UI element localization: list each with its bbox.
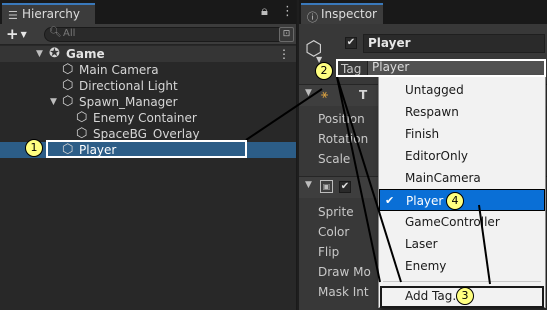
tab-inspector[interactable]: ⓘ Inspector	[301, 3, 383, 24]
hierarchy-item-label: Directional Light	[79, 79, 178, 93]
hierarchy-tabbar: ☰ Hierarchy 🔒︎ ⋮	[0, 0, 296, 24]
search-placeholder: All	[63, 28, 76, 39]
expand-arrow-icon[interactable]: ▼	[305, 88, 312, 98]
tag-dropdown-menu: Untagged Respawn Finish EditorOnly MainC…	[378, 75, 546, 308]
object-name-field[interactable]: Player	[363, 34, 545, 53]
hierarchy-item[interactable]: ▼ ⬡ Spawn_Manager	[0, 94, 296, 110]
gameobject-cube-icon: ⬡	[62, 78, 74, 93]
field-label-position: Position	[318, 112, 365, 126]
info-icon: ⓘ	[307, 11, 318, 24]
menu-item-finish[interactable]: Finish	[379, 123, 545, 145]
menu-item-player-label: Player	[406, 194, 444, 208]
transform-title: T	[359, 88, 368, 102]
field-label-draw-mode: Draw Mo	[318, 265, 371, 279]
step-badge-3: 3	[456, 287, 474, 305]
active-checkbox[interactable]: ✔	[345, 37, 357, 49]
menu-item-gamecontroller[interactable]: GameController	[379, 211, 545, 233]
scene-menu-icon[interactable]: ⋮	[278, 46, 290, 62]
menu-item-laser[interactable]: Laser	[379, 233, 545, 255]
sprite-renderer-icon: ▣	[320, 180, 333, 193]
tab-inspector-label: Inspector	[321, 7, 377, 21]
checkmark-icon: ✔	[385, 194, 395, 207]
unity-scene-icon: ✪	[49, 46, 60, 61]
menu-item-respawn[interactable]: Respawn	[379, 101, 545, 123]
hierarchy-item-label: Main Camera	[79, 63, 159, 77]
lock-icon[interactable]: 🔒︎	[261, 4, 268, 19]
highlight-box-tag	[336, 59, 546, 77]
hierarchy-item-label: Enemy Container	[93, 111, 197, 125]
menu-item-untagged[interactable]: Untagged	[379, 79, 545, 101]
field-label-mask-interaction: Mask Int	[318, 285, 369, 299]
field-label-rotation: Rotation	[318, 132, 369, 146]
hierarchy-toolbar: + ▼ 🔍︎ All ⊡	[0, 24, 296, 45]
tab-hierarchy-label: Hierarchy	[22, 7, 81, 21]
search-icon: 🔍︎	[49, 27, 62, 38]
menu-item-editoronly[interactable]: EditorOnly	[379, 145, 545, 167]
gameobject-cube-icon: ⬡	[62, 94, 74, 109]
step-badge-1: 1	[25, 139, 43, 157]
field-label-flip: Flip	[318, 245, 340, 259]
expand-arrow-icon[interactable]: ▼	[305, 180, 312, 190]
menu-item-maincamera[interactable]: MainCamera	[379, 167, 545, 189]
gameobject-cube-icon: ⬡	[76, 110, 88, 125]
menu-item-enemy[interactable]: Enemy	[379, 255, 545, 277]
field-label-color: Color	[318, 225, 350, 239]
field-label-sprite: Sprite	[318, 205, 354, 219]
expand-arrow-icon[interactable]: ▼	[36, 46, 43, 62]
transform-axes-icon: ⚹	[321, 87, 329, 101]
add-object-button[interactable]: + ▼	[6, 25, 27, 43]
search-input[interactable]: 🔍︎ All ⊡	[44, 27, 294, 42]
hierarchy-item-label: Spawn_Manager	[79, 95, 178, 109]
tab-hierarchy[interactable]: ☰ Hierarchy	[2, 3, 95, 24]
step-badge-4: 4	[446, 192, 464, 210]
highlight-box-player	[46, 140, 247, 158]
chevron-down-icon: ▼	[20, 30, 27, 39]
add-object-label: +	[6, 25, 19, 43]
hierarchy-item[interactable]: ⬡ Directional Light	[0, 78, 296, 94]
hierarchy-item[interactable]: ⬡ Main Camera	[0, 62, 296, 78]
scene-row[interactable]: ▼ ✪ Game ⋮	[0, 46, 296, 62]
step-badge-2: 2	[315, 62, 333, 80]
list-icon: ☰	[8, 9, 18, 22]
enabled-checkbox[interactable]: ✔	[339, 181, 351, 193]
menu-separator	[383, 281, 541, 282]
scene-name: Game	[66, 47, 105, 61]
gameobject-cube-icon: ⬡	[62, 62, 74, 77]
inspector-tabbar: ⓘ Inspector	[299, 0, 547, 24]
hierarchy-item[interactable]: ⬡ Enemy Container	[0, 110, 296, 126]
kebab-icon[interactable]: ⋮	[281, 4, 294, 19]
search-scope-icon[interactable]: ⊡	[279, 27, 294, 42]
expand-arrow-icon[interactable]: ▼	[50, 94, 57, 110]
field-label-scale: Scale	[318, 152, 351, 166]
